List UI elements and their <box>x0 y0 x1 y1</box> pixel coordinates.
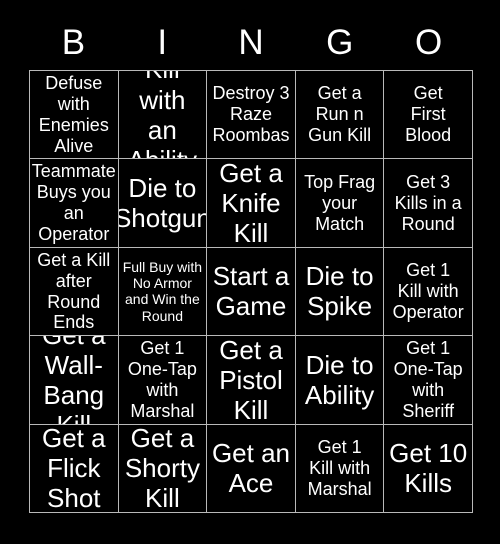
bingo-cell[interactable]: Get 1 One-Tap with Sheriff <box>384 336 473 425</box>
bingo-cell[interactable]: Die to Ability <box>295 336 385 425</box>
bingo-cell[interactable]: Die to Spike <box>295 247 385 337</box>
bingo-cell[interactable]: Destroy 3 Raze Roombas <box>207 71 296 160</box>
header-letter-g: G <box>326 22 354 62</box>
bingo-cell[interactable]: Get 3 Kills in a Round <box>384 159 473 248</box>
bingo-cell[interactable]: Die to Shotgun <box>118 159 208 248</box>
header-letter-i: I <box>157 22 168 62</box>
bingo-cell[interactable]: Get a Wall- Bang Kill <box>30 336 119 425</box>
bingo-cell[interactable]: Start a Game <box>207 247 296 337</box>
bingo-cell[interactable]: Get a Shorty Kill <box>118 424 208 513</box>
bingo-cell[interactable]: Kill with an Ability <box>118 71 208 160</box>
bingo-cell[interactable]: Get a Run n Gun Kill <box>295 71 385 160</box>
bingo-cell[interactable]: Get a Pistol Kill <box>207 336 296 425</box>
bingo-cell[interactable]: Teammate Buys you an Operator <box>30 159 119 248</box>
bingo-cell[interactable]: Get an Ace <box>207 424 296 513</box>
bingo-cell[interactable]: Get 1 Kill with Operator <box>384 247 473 337</box>
bingo-cell[interactable]: Get 10 Kills <box>384 424 473 513</box>
header-letter-b: B <box>61 22 86 62</box>
bingo-cell[interactable]: Full Buy with No Armor and Win the Round <box>118 247 208 337</box>
bingo-cell[interactable]: Get a Flick Shot <box>30 424 119 513</box>
bingo-cell[interactable]: Get First Blood <box>384 71 473 160</box>
bingo-header: B I N G O <box>29 14 473 70</box>
bingo-grid: Defuse with Enemies AliveKill with an Ab… <box>29 70 473 513</box>
bingo-cell[interactable]: Get 1 One-Tap with Marshal <box>118 336 208 425</box>
bingo-cell[interactable]: Top Frag your Match <box>295 159 385 248</box>
header-letter-n: N <box>238 22 264 62</box>
header-letter-o: O <box>414 22 443 62</box>
bingo-cell[interactable]: Defuse with Enemies Alive <box>30 71 119 160</box>
bingo-cell[interactable]: Get 1 Kill with Marshal <box>295 424 385 513</box>
bingo-cell[interactable]: Get a Knife Kill <box>207 159 296 248</box>
bingo-cell[interactable]: Get a Kill after Round Ends <box>30 247 119 337</box>
bingo-card: B I N G O Defuse with Enemies AliveKill … <box>0 0 500 544</box>
